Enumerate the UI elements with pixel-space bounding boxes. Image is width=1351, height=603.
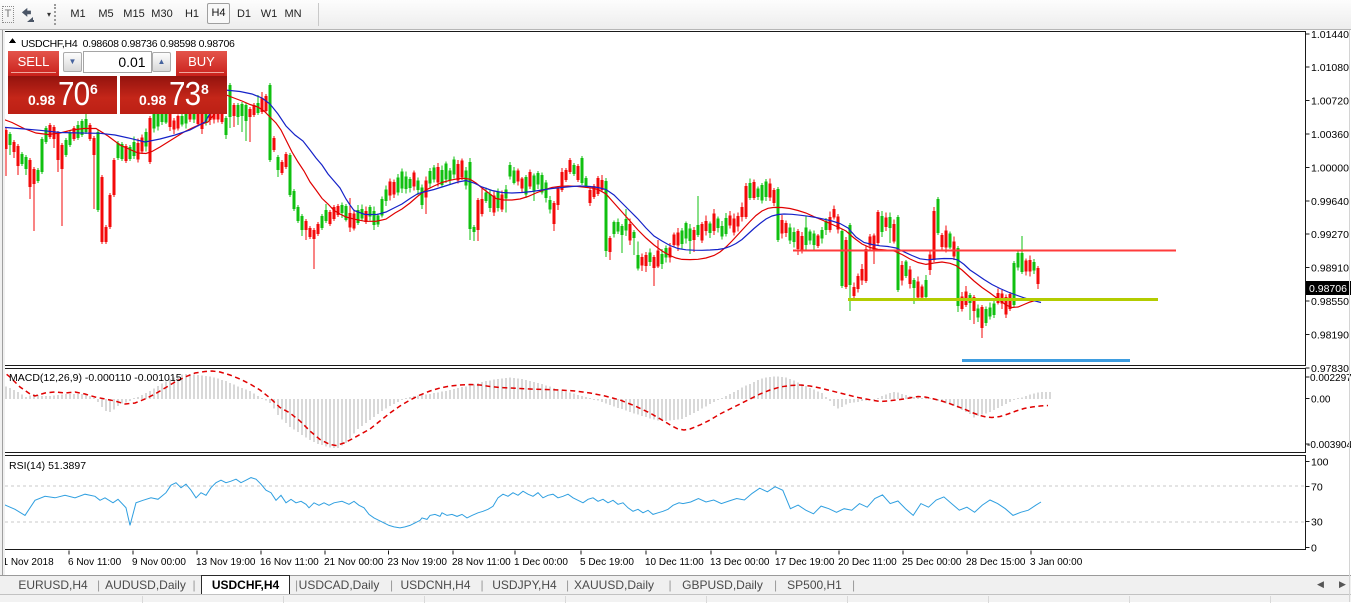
svg-text:28 Dec 15:00: 28 Dec 15:00 [966, 557, 1026, 568]
svg-text:5 Dec 19:00: 5 Dec 19:00 [580, 557, 634, 568]
svg-text:1 Nov 2018: 1 Nov 2018 [3, 557, 55, 568]
svg-text:13 Dec 00:00: 13 Dec 00:00 [710, 557, 770, 568]
svg-text:100: 100 [1311, 457, 1329, 469]
svg-text:3 Jan 00:00: 3 Jan 00:00 [1030, 557, 1083, 568]
svg-text:1.00000: 1.00000 [1311, 162, 1349, 174]
svg-text:0.98910: 0.98910 [1311, 263, 1349, 275]
svg-text:13 Nov 19:00: 13 Nov 19:00 [196, 557, 256, 568]
svg-text:0.98706: 0.98706 [1309, 283, 1347, 295]
svg-text:25 Dec 00:00: 25 Dec 00:00 [902, 557, 962, 568]
svg-text:1.01080: 1.01080 [1311, 62, 1349, 74]
svg-text:RSI(14) 51.3897: RSI(14) 51.3897 [9, 460, 86, 472]
svg-text:70: 70 [1311, 482, 1323, 494]
svg-text:-0.003904: -0.003904 [1307, 440, 1351, 451]
svg-text:MACD(12,26,9) -0.000110 -0.001: MACD(12,26,9) -0.000110 -0.001015 [9, 372, 182, 384]
svg-text:1.01440: 1.01440 [1311, 29, 1349, 41]
svg-text:0.002297: 0.002297 [1310, 373, 1351, 384]
svg-text:1 Dec 00:00: 1 Dec 00:00 [514, 557, 568, 568]
svg-text:0.99640: 0.99640 [1311, 196, 1349, 208]
svg-text:1.00360: 1.00360 [1311, 129, 1349, 141]
svg-text:0.98550: 0.98550 [1311, 296, 1349, 308]
svg-text:9 Nov 00:00: 9 Nov 00:00 [132, 557, 186, 568]
svg-text:0.99270: 0.99270 [1311, 229, 1349, 241]
svg-text:1.00720: 1.00720 [1311, 96, 1349, 108]
svg-text:28 Nov 11:00: 28 Nov 11:00 [452, 557, 511, 568]
svg-text:0.98190: 0.98190 [1311, 329, 1349, 341]
svg-text:21 Nov 00:00: 21 Nov 00:00 [324, 557, 384, 568]
svg-text:0.00: 0.00 [1311, 395, 1331, 406]
svg-text:0: 0 [1311, 543, 1317, 555]
svg-text:23 Nov 19:00: 23 Nov 19:00 [388, 557, 448, 568]
svg-text:20 Dec 11:00: 20 Dec 11:00 [838, 557, 897, 568]
svg-text:30: 30 [1311, 517, 1323, 529]
svg-text:17 Dec 19:00: 17 Dec 19:00 [775, 557, 835, 568]
svg-text:6 Nov 11:00: 6 Nov 11:00 [68, 557, 122, 568]
svg-text:10 Dec 11:00: 10 Dec 11:00 [645, 557, 704, 568]
svg-text:16 Nov 11:00: 16 Nov 11:00 [260, 557, 319, 568]
svg-text:USDCHF,H4 0.98608 0.98736 0.9: USDCHF,H4 0.98608 0.98736 0.98598 0.9870… [21, 38, 235, 50]
